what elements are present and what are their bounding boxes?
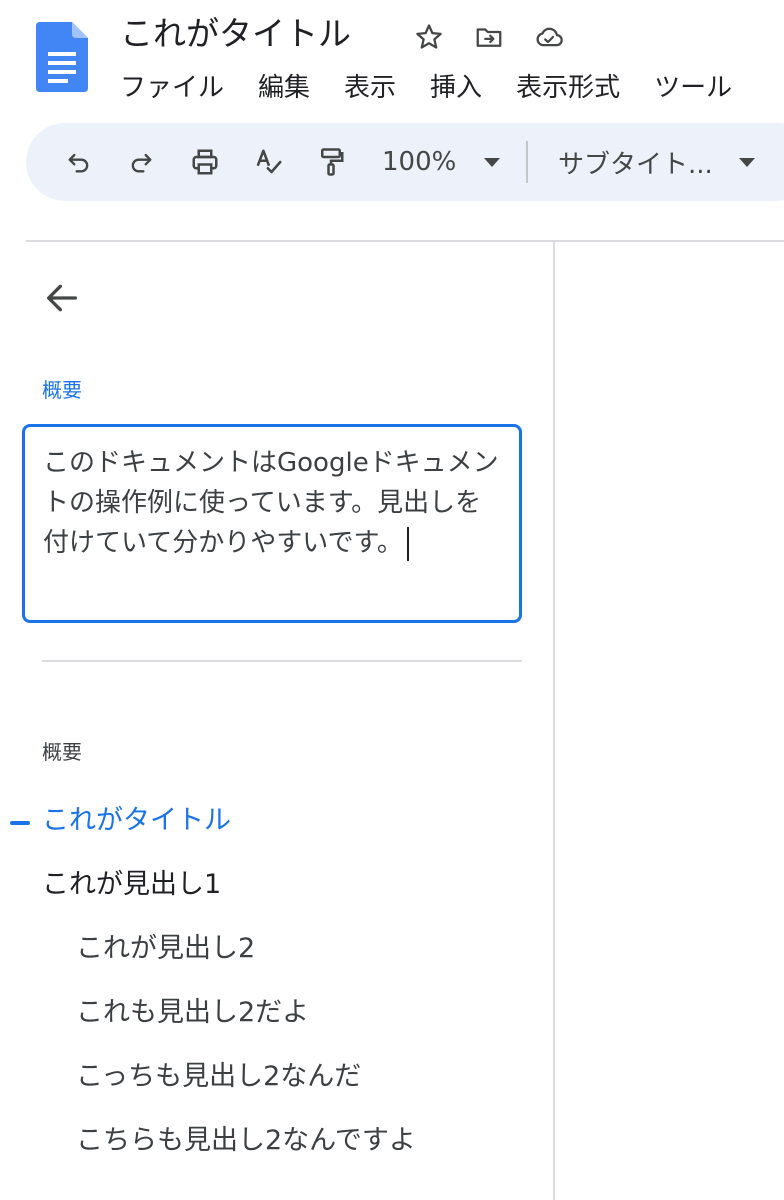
- menu-view[interactable]: 表示: [344, 68, 396, 108]
- chevron-down-icon: [484, 157, 501, 167]
- summary-label: 概要: [42, 378, 82, 402]
- summary-textarea[interactable]: このドキュメントはGoogleドキュメントの操作例に使っています。見出しを付けて…: [22, 424, 522, 623]
- outline-item-heading2[interactable]: こちらも見出し2なんですよ: [76, 1122, 416, 1160]
- sidebar-border: [553, 242, 555, 1200]
- zoom-select[interactable]: 100%: [382, 142, 501, 182]
- menu-bar: ファイル 編集 表示 挿入 表示形式 ツール: [120, 68, 732, 108]
- redo-icon[interactable]: [122, 143, 160, 181]
- sidebar-divider: [42, 660, 522, 662]
- docs-logo[interactable]: [36, 22, 88, 92]
- document-title[interactable]: これがタイトル: [120, 12, 351, 56]
- menu-file[interactable]: ファイル: [120, 68, 224, 108]
- paragraph-style-select[interactable]: サブタイト...: [558, 142, 755, 182]
- outline-item-heading2[interactable]: これも見出し2だよ: [76, 994, 309, 1032]
- toolbar-bottom-border: [26, 240, 784, 242]
- paragraph-style-value: サブタイト...: [558, 149, 713, 180]
- title-actions: [412, 20, 566, 54]
- star-icon[interactable]: [412, 20, 446, 54]
- toolbar: 100% サブタイト...: [26, 123, 784, 201]
- menu-insert[interactable]: 挿入: [430, 68, 482, 108]
- menu-format[interactable]: 表示形式: [516, 68, 620, 108]
- summary-text: このドキュメントはGoogleドキュメントの操作例に使っています。見出しを付けて…: [43, 448, 499, 558]
- undo-icon[interactable]: [60, 143, 98, 181]
- print-icon[interactable]: [186, 143, 224, 181]
- menu-edit[interactable]: 編集: [258, 68, 310, 108]
- outline-item-heading2[interactable]: これが見出し2: [76, 930, 255, 968]
- move-to-folder-icon[interactable]: [472, 20, 506, 54]
- outline-item-title[interactable]: これがタイトル: [42, 802, 231, 840]
- outline-item-heading2[interactable]: こっちも見出し2なんだ: [76, 1058, 361, 1096]
- chevron-down-icon: [738, 157, 755, 167]
- zoom-value: 100%: [382, 147, 457, 177]
- menu-tools[interactable]: ツール: [654, 68, 732, 108]
- active-heading-indicator: [10, 821, 30, 825]
- text-cursor: [406, 526, 409, 561]
- spellcheck-icon[interactable]: [250, 143, 288, 181]
- paint-format-icon[interactable]: [312, 143, 350, 181]
- back-arrow-icon[interactable]: [40, 276, 84, 320]
- outline-item-heading1[interactable]: これが見出し1: [42, 866, 221, 904]
- outline-label: 概要: [42, 740, 82, 764]
- cloud-saved-icon[interactable]: [532, 20, 566, 54]
- toolbar-divider: [526, 141, 528, 183]
